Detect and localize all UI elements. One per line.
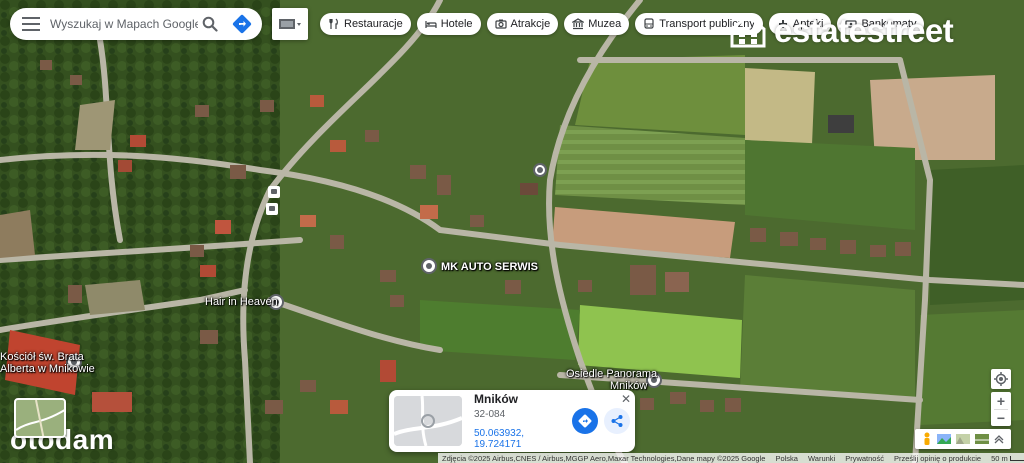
footer-link-privacy[interactable]: Prywatność xyxy=(845,454,884,463)
photos-layer-icon[interactable] xyxy=(936,434,951,444)
search-input[interactable] xyxy=(50,17,198,31)
scale-bar xyxy=(1009,455,1024,461)
map-footer: Zdjęcia ©2025 Airbus,CNES / Airbus,MGGP … xyxy=(438,453,1024,463)
map-label-church-line2[interactable]: Alberta w Mnikowie xyxy=(0,363,95,375)
map-label-hair[interactable]: Hair in Heaven xyxy=(205,296,278,308)
place-coordinates[interactable]: 50.063932, 19.724171 xyxy=(474,428,566,450)
map-tools-bar xyxy=(915,429,1011,449)
estatestreet-watermark: estatestreet xyxy=(728,12,954,50)
map-label-church-line1[interactable]: Kościół św. Brata xyxy=(0,351,84,363)
bed-icon xyxy=(425,21,437,28)
bus-stop-icon[interactable] xyxy=(268,186,280,198)
zoom-in-button[interactable]: + xyxy=(997,392,1005,409)
share-icon xyxy=(611,415,623,427)
chevron-up-icon[interactable] xyxy=(994,434,1004,444)
footer-link-feedback[interactable]: Prześlij opinię o produkcie xyxy=(894,454,981,463)
menu-icon[interactable] xyxy=(22,17,40,31)
camera-icon xyxy=(494,19,507,29)
satellite-layer-icon[interactable] xyxy=(975,434,990,444)
house-logo-icon xyxy=(730,14,766,48)
close-icon[interactable]: ✕ xyxy=(621,392,631,406)
estatestreet-text: estatestreet xyxy=(774,12,954,49)
zoom-out-button[interactable]: − xyxy=(997,410,1005,426)
crosshair-icon xyxy=(994,372,1008,386)
place-info-card[interactable]: Mników 32-084 50.063932, 19.724171 ✕ xyxy=(389,390,635,452)
footer-link-country[interactable]: Polska xyxy=(775,454,798,463)
directions-icon[interactable] xyxy=(230,12,254,36)
fork-knife-icon xyxy=(329,18,338,29)
place-thumbnail[interactable] xyxy=(394,396,462,446)
map-label-osiedle-line1[interactable]: Osiedle Panorama xyxy=(566,368,657,380)
layers-icon xyxy=(279,19,301,29)
chip-hotels[interactable]: Hotele xyxy=(416,13,481,35)
footer-link-terms[interactable]: Warunki xyxy=(808,454,835,463)
search-icon[interactable] xyxy=(198,12,222,36)
map-type-thumbnail[interactable] xyxy=(14,398,66,438)
location-pin-icon[interactable] xyxy=(533,163,547,177)
map-label-auto-serwis[interactable]: MK AUTO SERWIS xyxy=(441,261,538,273)
bus-icon xyxy=(644,18,654,29)
pegman-icon[interactable] xyxy=(922,432,932,446)
chip-attractions[interactable]: Atrakcje xyxy=(486,13,559,35)
terrain-layer-icon[interactable] xyxy=(955,434,970,444)
chip-restaurants[interactable]: Restauracje xyxy=(320,13,411,35)
scale-label[interactable]: 50 m xyxy=(991,454,1024,463)
layers-toggle[interactable] xyxy=(272,8,308,40)
auto-serwis-pin-icon[interactable] xyxy=(421,258,437,274)
directions-button[interactable] xyxy=(572,408,598,434)
bus-stop-icon[interactable] xyxy=(266,203,278,215)
zoom-controls: + − xyxy=(991,392,1011,426)
share-button[interactable] xyxy=(604,408,630,434)
place-postal-code: 32-084 xyxy=(474,409,506,420)
chip-museums[interactable]: Muzea xyxy=(564,13,630,35)
my-location-button[interactable] xyxy=(991,369,1011,389)
directions-icon xyxy=(578,414,592,428)
search-box[interactable] xyxy=(10,8,262,40)
attribution-text: Zdjęcia ©2025 Airbus,CNES / Airbus,MGGP … xyxy=(442,453,766,463)
museum-icon xyxy=(572,18,585,30)
place-name: Mników xyxy=(474,392,518,406)
